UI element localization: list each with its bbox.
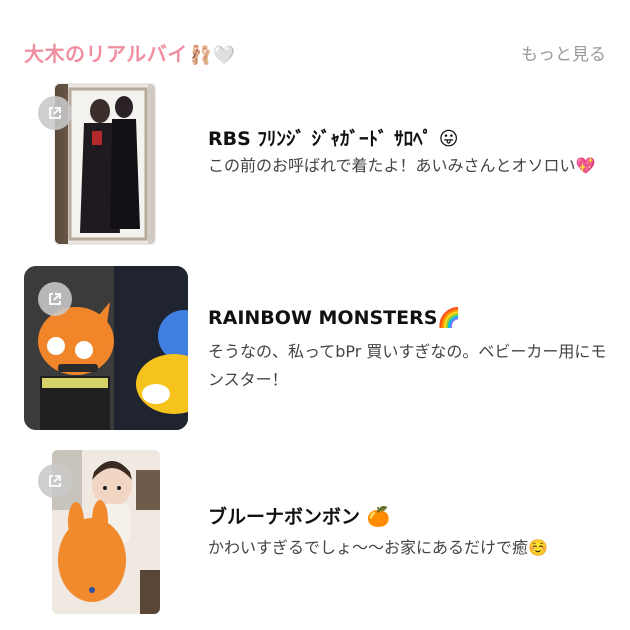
rainbow-emoji: 🌈: [437, 307, 462, 329]
item-description-text: この前のお呼ばれで着たよ！あいみさんとオソロい: [208, 156, 576, 175]
item-description-text: かわいすぎるでしょ〜〜お家にあるだけで癒: [208, 538, 529, 557]
item-description: この前のお呼ばれで着たよ！あいみさんとオソロい💖: [208, 152, 608, 180]
item-title-text: RAINBOW MONSTERS: [208, 307, 438, 329]
item-description: かわいすぎるでしょ〜〜お家にあるだけで癒☺️: [208, 534, 608, 562]
section-header: 大木のリアルバイ 🩰🤍 もっと見る: [0, 0, 630, 90]
open-external-icon: [49, 475, 61, 487]
sparkling-heart-emoji: 💖: [575, 156, 596, 175]
open-external-icon: [49, 293, 61, 305]
item-title-text: RBS ﾌﾘﾝｼﾞ ｼﾞｬｶﾞｰﾄﾞ ｻﾛﾍﾟ: [208, 128, 433, 150]
item-description: そうなの、私ってbPr 買いすぎなの。ベビーカー用にモンスター！: [208, 338, 608, 394]
see-more-link[interactable]: もっと見る: [521, 40, 606, 65]
open-external-button[interactable]: [38, 96, 72, 130]
list-item[interactable]: RBS ﾌﾘﾝｼﾞ ｼﾞｬｶﾞｰﾄﾞ ｻﾛﾍﾟ 😛 この前のお呼ばれで着たよ！あ…: [0, 78, 630, 250]
item-description-text: そうなの、私ってbPr 買いすぎなの。ベビーカー用にモンスター！: [208, 342, 607, 389]
relieved-face-emoji: ☺️: [528, 538, 548, 557]
section-title: 大木のリアルバイ 🩰🤍: [24, 38, 236, 67]
list-item[interactable]: ブルーナボンボン 🍊 かわいすぎるでしょ〜〜お家にあるだけで癒☺️: [0, 444, 630, 620]
open-external-icon: [49, 107, 61, 119]
open-external-button[interactable]: [38, 464, 72, 498]
item-title-text: ブルーナボンボン: [208, 506, 361, 528]
item-title: ブルーナボンボン 🍊: [208, 502, 390, 529]
tangerine-emoji: 🍊: [366, 506, 391, 528]
section-title-text: 大木のリアルバイ: [24, 42, 188, 66]
item-title: RAINBOW MONSTERS🌈: [208, 306, 461, 329]
ballet-shoes-heart-emoji: 🩰🤍: [189, 45, 236, 66]
item-title: RBS ﾌﾘﾝｼﾞ ｼﾞｬｶﾞｰﾄﾞ ｻﾛﾍﾟ 😛: [208, 124, 459, 151]
open-external-button[interactable]: [38, 282, 72, 316]
tongue-face-emoji: 😛: [438, 128, 459, 150]
list-item[interactable]: RAINBOW MONSTERS🌈 そうなの、私ってbPr 買いすぎなの。ベビー…: [0, 262, 630, 434]
